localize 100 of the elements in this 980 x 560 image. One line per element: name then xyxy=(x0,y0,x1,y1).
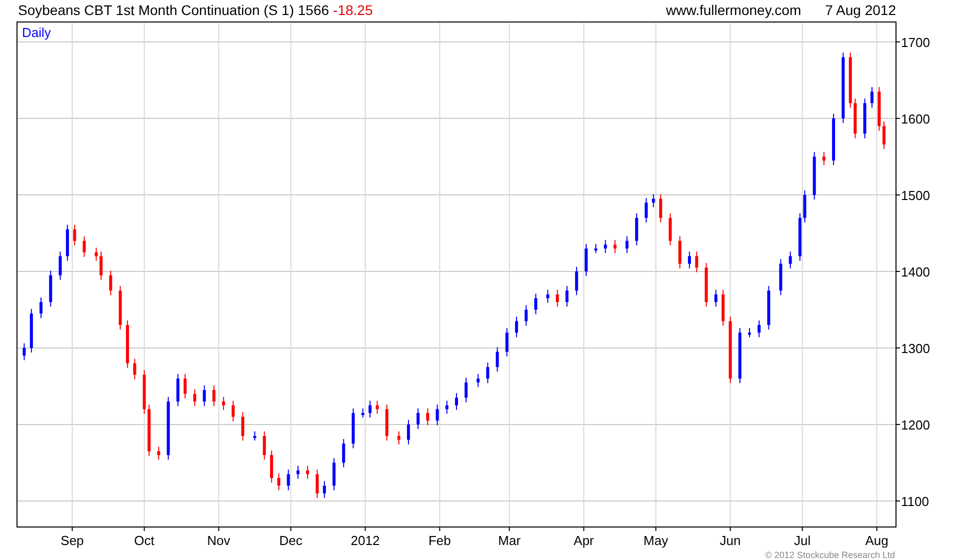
candle xyxy=(157,446,160,460)
candle xyxy=(22,342,26,361)
candle xyxy=(342,438,346,468)
x-axis-tick xyxy=(583,526,584,532)
y-axis-label: 1300 xyxy=(901,340,930,356)
x-axis-tick xyxy=(876,526,878,532)
x-axis-label: May xyxy=(644,533,668,548)
candle xyxy=(854,98,857,139)
candle xyxy=(385,404,388,442)
chart-title: Soybeans CBT 1st Month Continuation (S 1) 1566 xyxy=(18,1,330,20)
candle xyxy=(316,469,319,498)
x-axis-tick xyxy=(802,526,803,532)
candle xyxy=(594,243,598,254)
candle xyxy=(253,430,256,442)
y-axis-label: 1200 xyxy=(901,417,930,432)
x-axis-tick xyxy=(655,526,656,532)
x-axis-tick xyxy=(364,526,366,532)
candle xyxy=(722,289,725,326)
copyright-text: © 2012 Stockcube Research Ltd xyxy=(765,550,895,560)
candle xyxy=(584,243,588,277)
candle xyxy=(882,120,886,150)
x-axis-tick xyxy=(290,526,292,532)
candle xyxy=(728,316,732,384)
candle xyxy=(262,430,266,460)
x-axis-label: Sep xyxy=(60,533,84,548)
candle xyxy=(166,396,170,460)
candle xyxy=(870,86,874,108)
y-axis-label: 1100 xyxy=(901,494,929,509)
candle xyxy=(277,472,280,491)
candle xyxy=(788,251,792,269)
candle xyxy=(767,285,770,330)
x-axis-label: Aug xyxy=(865,533,888,548)
candle xyxy=(803,190,806,223)
y-axis-label: 1600 xyxy=(901,111,930,126)
candle xyxy=(524,304,528,326)
x-axis-label: Nov xyxy=(207,533,230,548)
candle xyxy=(659,194,662,223)
candle xyxy=(515,316,518,338)
candle xyxy=(133,358,136,380)
y-axis-tick xyxy=(896,424,900,425)
candle xyxy=(73,224,76,246)
candle xyxy=(193,388,196,407)
candle xyxy=(812,152,816,200)
candle xyxy=(779,258,782,296)
candle xyxy=(361,408,364,418)
candle xyxy=(476,373,480,388)
candle xyxy=(496,346,499,372)
candle xyxy=(126,320,129,368)
candle xyxy=(604,240,607,254)
x-axis-label: Dec xyxy=(279,533,302,548)
candle xyxy=(426,408,430,426)
candle xyxy=(505,328,508,357)
x-axis-tick xyxy=(144,526,145,532)
candle xyxy=(668,212,672,246)
x-axis-label: Mar xyxy=(498,533,521,548)
candle xyxy=(678,236,682,269)
candle xyxy=(49,270,52,308)
candle xyxy=(58,251,62,280)
candle xyxy=(704,262,708,308)
x-axis-label: Jul xyxy=(794,533,811,548)
candle xyxy=(232,400,235,422)
x-axis-tick xyxy=(72,526,73,532)
y-axis-label: 1500 xyxy=(901,188,930,203)
x-axis-tick xyxy=(508,526,510,532)
candle xyxy=(644,197,648,223)
x-axis-label: 2012 xyxy=(350,533,380,548)
candle xyxy=(94,247,98,262)
candle xyxy=(100,251,103,280)
candle xyxy=(832,113,836,166)
candle xyxy=(445,400,448,414)
candle xyxy=(455,392,458,410)
candle xyxy=(695,251,698,273)
y-axis-tick xyxy=(896,500,900,502)
candle xyxy=(322,480,326,498)
y-axis-label: 1700 xyxy=(901,34,930,50)
y-axis-tick xyxy=(896,347,900,348)
candle xyxy=(848,52,852,108)
candle xyxy=(565,285,568,308)
chart-date: 7 Aug 2012 xyxy=(825,1,896,20)
candle xyxy=(406,419,410,445)
candle xyxy=(436,404,439,426)
candle xyxy=(30,308,33,354)
candle xyxy=(352,408,355,449)
candle xyxy=(556,289,559,308)
candle xyxy=(376,400,379,414)
candle xyxy=(486,362,490,384)
x-axis-tick xyxy=(439,526,440,532)
x-axis-tick xyxy=(730,526,731,532)
candle xyxy=(416,408,420,430)
candle xyxy=(66,224,69,262)
candle xyxy=(82,236,86,258)
y-axis-tick xyxy=(896,194,900,196)
price-change: -18.25 xyxy=(333,1,373,20)
y-axis-tick xyxy=(896,41,900,42)
candle xyxy=(758,320,761,338)
x-axis-label: Feb xyxy=(428,533,451,548)
candle xyxy=(546,289,550,304)
candle xyxy=(270,450,274,484)
candle xyxy=(212,384,216,407)
candle xyxy=(878,86,881,132)
